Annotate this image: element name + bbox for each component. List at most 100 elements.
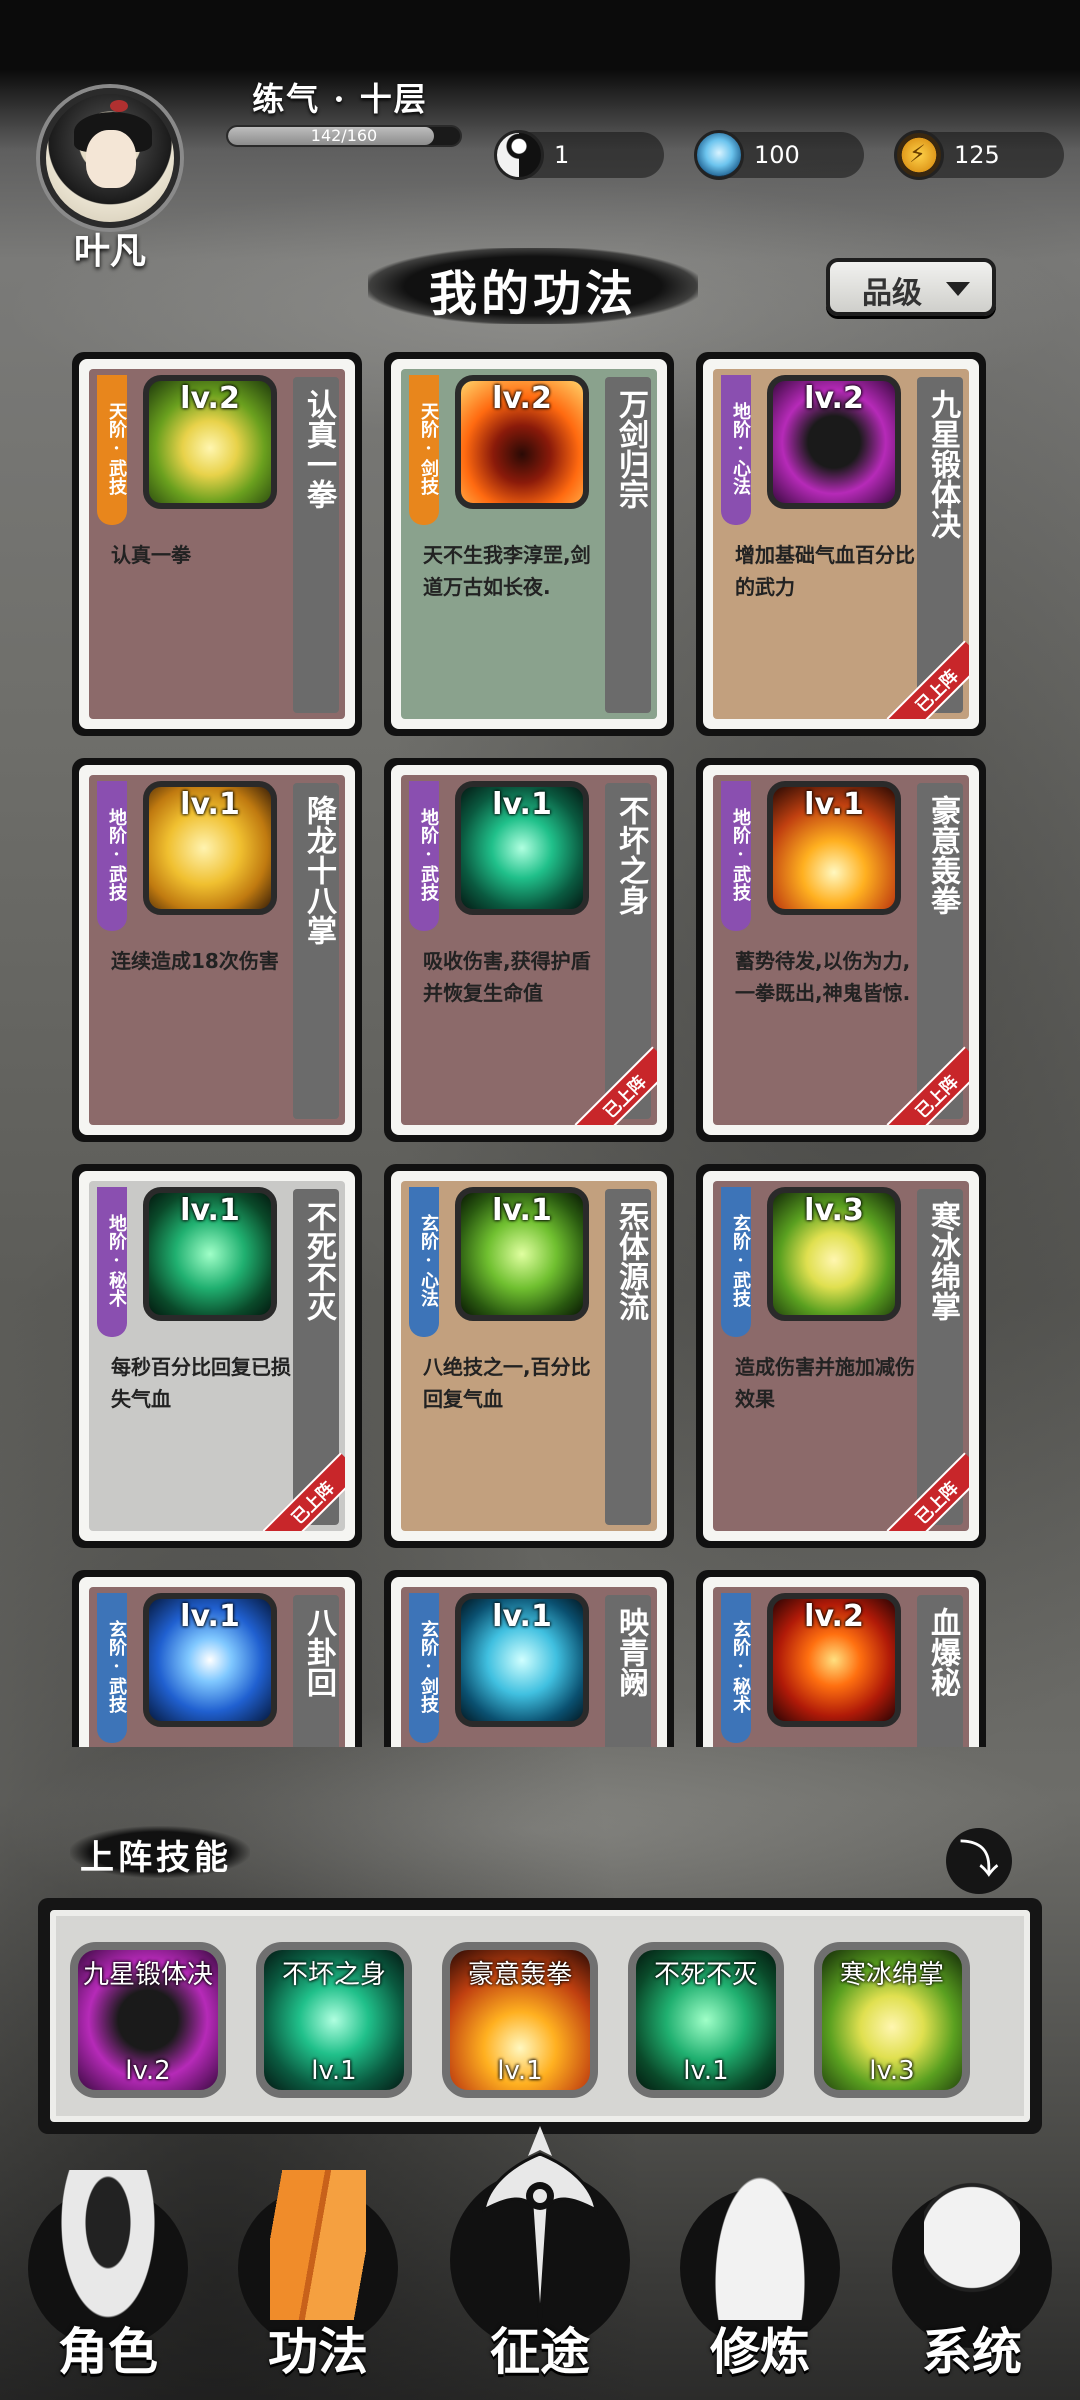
skill-description: 吸收伤害,获得护盾并恢复生命值 xyxy=(423,949,591,1005)
skill-card-frame: 地阶·武技 lv.1 不坏之身 吸收伤害,获得护盾并恢复生命值 已上阵 xyxy=(391,765,667,1135)
skill-card-frame: 地阶·心法 lv.2 九星锻体决 增加基础气血百分比的武力 已上阵 xyxy=(703,359,979,729)
battle-skill-name: 九星锻体决 xyxy=(82,1960,213,1990)
page-title: 我的功法 xyxy=(428,266,637,322)
blue-orb-icon: lv.1 xyxy=(143,1593,277,1727)
skill-name-panel: 映青阙 xyxy=(605,1595,651,1747)
skill-grade-tag: 地阶·心法 xyxy=(721,375,751,525)
skill-card[interactable]: 玄阶·秘术 lv.2 血爆秘 xyxy=(696,1570,986,1747)
skill-grid[interactable]: 天阶·武技 lv.2 认真一拳 认真一拳 天阶·剑技 lv.2 万剑归宗 天不生我李淳罡,剑道… xyxy=(72,352,1000,1747)
skill-name: 不死不灭 xyxy=(301,1201,336,1321)
cultivation-realm: 练气 · 十层 xyxy=(252,80,428,118)
battle-skill-slots: 九星锻体决 lv.2 不坏之身 lv.1 豪意轰拳 lv.1 不死不灭 lv.1 寒冰绵掌 lv.… xyxy=(50,1910,1030,2122)
skill-name: 不坏之身 xyxy=(613,795,648,915)
skill-card-body: 地阶·心法 lv.2 九星锻体决 增加基础气血百分比的武力 已上阵 xyxy=(713,369,969,719)
battle-skill-name: 不坏之身 xyxy=(281,1960,386,1990)
skill-name: 万剑归宗 xyxy=(613,389,648,509)
hooded-figure-icon xyxy=(60,2170,156,2320)
battle-skill-level: lv.1 xyxy=(311,2056,357,2086)
skill-card[interactable]: 地阶·秘术 lv.1 不死不灭 每秒百分比回复已损失气血 已上阵 xyxy=(72,1164,362,1548)
skill-card[interactable]: 地阶·武技 lv.1 豪意轰拳 蓄势待发,以伤为力,一拳既出,神鬼皆惊. 已上阵 xyxy=(696,758,986,1142)
skill-grade-tag: 地阶·武技 xyxy=(97,781,127,931)
collapse-arrow-icon[interactable]: ⤵ xyxy=(946,1828,1012,1894)
skill-card[interactable]: 地阶·武技 lv.1 降龙十八掌 连续造成18次伤害 xyxy=(72,758,362,1142)
dark-figure-icon: lv.2 xyxy=(767,375,901,509)
nav-item[interactable]: 修炼 xyxy=(660,2140,860,2400)
skill-card-body: 地阶·武技 lv.1 降龙十八掌 连续造成18次伤害 xyxy=(89,775,345,1125)
skill-card[interactable]: 地阶·心法 lv.2 九星锻体决 增加基础气血百分比的武力 已上阵 xyxy=(696,352,986,736)
exp-bar: 142/160 xyxy=(226,125,462,147)
skill-description: 认真一拳 xyxy=(111,543,191,567)
skill-card-body: 天阶·武技 lv.2 认真一拳 认真一拳 xyxy=(89,369,345,719)
skill-card[interactable]: 玄阶·武技 lv.1 八卦回 xyxy=(72,1570,362,1747)
skill-name: 血爆秘 xyxy=(925,1607,960,1697)
flame-swordsman-icon: lv.2 xyxy=(455,375,589,509)
grade-filter-label: 品级 xyxy=(862,276,922,311)
spirit-stone-icon xyxy=(694,130,744,180)
skill-level: lv.2 xyxy=(492,381,552,416)
battle-skill-level: lv.1 xyxy=(497,2056,543,2086)
skill-description: 每秒百分比回复已损失气血 xyxy=(111,1355,291,1411)
skill-name-panel: 八卦回 xyxy=(293,1595,339,1747)
green-dragon-icon: lv.1 xyxy=(455,1187,589,1321)
resource-value: 1 xyxy=(554,141,570,169)
exp-text: 142/160 xyxy=(310,126,378,145)
skill-card[interactable]: 地阶·武技 lv.1 不坏之身 吸收伤害,获得护盾并恢复生命值 已上阵 xyxy=(384,758,674,1142)
skill-card[interactable]: 玄阶·心法 lv.1 炁体源流 八绝技之一,百分比回复气血 xyxy=(384,1164,674,1548)
battle-skill-name: 豪意轰拳 xyxy=(467,1960,572,1990)
skill-description: 增加基础气血百分比的武力 xyxy=(735,543,915,599)
skill-card-frame: 天阶·剑技 lv.2 万剑归宗 天不生我李淳罡,剑道万古如长夜. xyxy=(391,359,667,729)
skill-card-frame: 玄阶·武技 lv.3 寒冰绵掌 造成伤害并施加减伤效果 已上阵 xyxy=(703,1171,979,1541)
skill-card[interactable]: 玄阶·剑技 lv.1 映青阙 xyxy=(384,1570,674,1747)
resource-yin-yang[interactable]: 1 xyxy=(494,130,664,180)
battle-skill-slot[interactable]: 不死不灭 lv.1 xyxy=(628,1942,784,2098)
player-avatar[interactable] xyxy=(40,88,180,228)
nav-label: 征途 xyxy=(490,2322,590,2381)
skill-level: lv.1 xyxy=(492,1599,552,1634)
skill-name-panel: 认真一拳 xyxy=(293,377,339,713)
skill-grade-tag: 玄阶·武技 xyxy=(97,1593,127,1743)
resource-spirit-stone[interactable]: 100 xyxy=(694,130,864,180)
skill-description: 八绝技之一,百分比回复气血 xyxy=(423,1355,591,1411)
skill-card-body: 地阶·秘术 lv.1 不死不灭 每秒百分比回复已损失气血 已上阵 xyxy=(89,1181,345,1531)
resource-value: 125 xyxy=(954,141,1000,169)
scroll-books-icon xyxy=(270,2170,366,2320)
skill-description: 天不生我李淳罡,剑道万古如长夜. xyxy=(423,543,591,599)
skill-card[interactable]: 天阶·武技 lv.2 认真一拳 认真一拳 xyxy=(72,352,362,736)
skill-card[interactable]: 玄阶·武技 lv.3 寒冰绵掌 造成伤害并施加减伤效果 已上阵 xyxy=(696,1164,986,1548)
jade-aura-icon: lv.1 xyxy=(455,781,589,915)
skill-card-frame: 天阶·武技 lv.2 认真一拳 认真一拳 xyxy=(79,359,355,729)
fire-burst-icon: lv.1 xyxy=(767,781,901,915)
skill-card-body: 地阶·武技 lv.1 豪意轰拳 蓄势待发,以伤为力,一拳既出,神鬼皆惊. 已上阵 xyxy=(713,775,969,1125)
meditating-monk-icon xyxy=(712,2170,808,2320)
nav-item[interactable]: 征途 xyxy=(440,2126,640,2400)
avatar-ribbon xyxy=(110,100,128,112)
battle-skill-slot[interactable]: 九星锻体决 lv.2 xyxy=(70,1942,226,2098)
skill-grade-tag: 天阶·武技 xyxy=(97,375,127,525)
nav-item[interactable]: 系统 xyxy=(872,2140,1072,2400)
green-spirit-icon: lv.1 xyxy=(143,1187,277,1321)
skill-name-panel: 万剑归宗 xyxy=(605,377,651,713)
skill-name: 九星锻体决 xyxy=(925,389,960,539)
nav-item[interactable]: 角色 xyxy=(8,2140,208,2400)
skill-card-frame: 玄阶·心法 lv.1 炁体源流 八绝技之一,百分比回复气血 xyxy=(391,1171,667,1541)
skill-card-frame: 玄阶·武技 lv.1 八卦回 xyxy=(79,1577,355,1747)
battle-skill-level: lv.1 xyxy=(683,2056,729,2086)
skill-grade-tag: 玄阶·武技 xyxy=(721,1187,751,1337)
battle-skill-slot[interactable]: 豪意轰拳 lv.1 xyxy=(442,1942,598,2098)
skill-level: lv.1 xyxy=(180,1599,240,1634)
battle-skill-level: lv.2 xyxy=(125,2056,171,2086)
battle-skill-slot[interactable]: 不坏之身 lv.1 xyxy=(256,1942,412,2098)
resource-energy[interactable]: 125 xyxy=(894,130,1064,180)
battle-skills-title: 上阵技能 xyxy=(80,1838,232,1878)
blood-fire-icon: lv.2 xyxy=(767,1593,901,1727)
grade-filter-dropdown[interactable]: 品级 xyxy=(826,258,996,316)
skill-level: lv.1 xyxy=(180,787,240,822)
fist-gold-icon: lv.2 xyxy=(143,375,277,509)
skill-card[interactable]: 天阶·剑技 lv.2 万剑归宗 天不生我李淳罡,剑道万古如长夜. xyxy=(384,352,674,736)
nav-item[interactable]: 功法 xyxy=(218,2140,418,2400)
skill-grade-tag: 玄阶·剑技 xyxy=(409,1593,439,1743)
skill-card-body: 天阶·剑技 lv.2 万剑归宗 天不生我李淳罡,剑道万古如长夜. xyxy=(401,369,657,719)
battle-skill-slot[interactable]: 寒冰绵掌 lv.3 xyxy=(814,1942,970,2098)
skill-name: 映青阙 xyxy=(613,1607,648,1697)
skill-card-body: 玄阶·剑技 lv.1 映青阙 xyxy=(401,1587,657,1747)
